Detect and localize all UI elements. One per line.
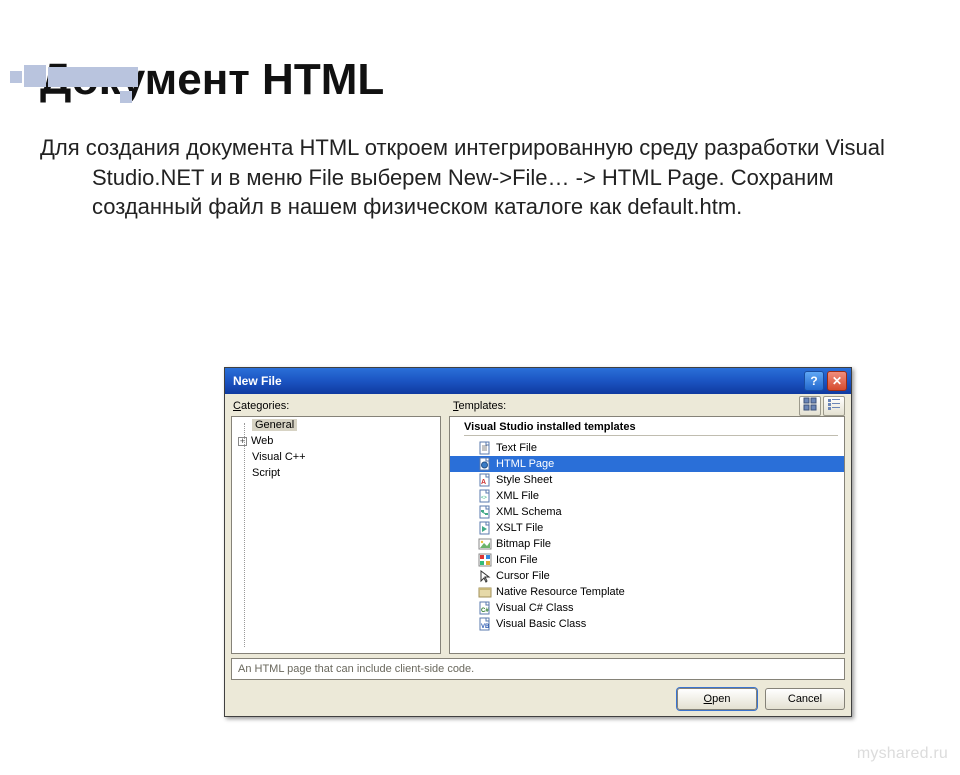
tree-item-label: Visual C++ — [252, 451, 306, 463]
xsd-icon — [478, 505, 492, 519]
view-large-icons-button[interactable] — [799, 396, 821, 416]
template-item-label: Visual C# Class — [496, 602, 573, 614]
vb-icon: VB — [478, 617, 492, 631]
template-item-label: Style Sheet — [496, 474, 552, 486]
template-item[interactable]: XSLT File — [450, 520, 844, 536]
svg-text:C#: C# — [481, 608, 489, 614]
html-icon — [478, 457, 492, 471]
categories-label: Categories: — [233, 400, 289, 412]
expander-icon[interactable]: + — [238, 437, 247, 446]
tree-item-label: Web — [251, 435, 273, 447]
css-icon: A — [478, 473, 492, 487]
template-item-label: XML File — [496, 490, 539, 502]
template-item[interactable]: C# Visual C# Class — [450, 600, 844, 616]
template-item-label: Cursor File — [496, 570, 550, 582]
svg-text:VB: VB — [481, 624, 490, 630]
template-item[interactable]: Icon File — [450, 552, 844, 568]
close-button[interactable]: ✕ — [827, 371, 847, 391]
tree-item-label: Script — [252, 467, 280, 479]
xml-icon: <> — [478, 489, 492, 503]
svg-text:A: A — [481, 479, 486, 486]
template-item-label: XML Schema — [496, 506, 562, 518]
templates-label: Templates: — [453, 400, 506, 412]
titlebar[interactable]: New File ? ✕ — [225, 368, 851, 394]
template-item-label: XSLT File — [496, 522, 543, 534]
large-icons-icon — [803, 397, 817, 416]
cs-icon: C# — [478, 601, 492, 615]
categories-tree[interactable]: General + Web Visual C++ Script — [231, 416, 441, 654]
template-item-label: Bitmap File — [496, 538, 551, 550]
svg-text:<>: <> — [481, 495, 487, 501]
template-item[interactable]: Native Resource Template — [450, 584, 844, 600]
window-title: New File — [233, 374, 801, 388]
tree-item[interactable]: + Web — [232, 433, 440, 449]
icon-icon — [478, 553, 492, 567]
template-item-label: Native Resource Template — [496, 586, 625, 598]
xslt-icon — [478, 521, 492, 535]
template-item[interactable]: A Style Sheet — [450, 472, 844, 488]
template-item-label: Icon File — [496, 554, 538, 566]
description-bar: An HTML page that can include client-sid… — [231, 658, 845, 680]
templates-list[interactable]: Visual Studio installed templates Text F… — [449, 416, 845, 654]
template-item-label: Text File — [496, 442, 537, 454]
small-icons-icon — [827, 397, 841, 416]
open-button[interactable]: Open — [677, 688, 757, 710]
new-file-dialog: New File ? ✕ Categories: Templates: Gene… — [224, 367, 852, 717]
res-icon — [478, 585, 492, 599]
template-item[interactable]: Bitmap File — [450, 536, 844, 552]
template-item[interactable]: Cursor File — [450, 568, 844, 584]
group-header: Visual Studio installed templates — [450, 417, 844, 435]
watermark: myshared.ru — [857, 745, 948, 763]
slide-decoration — [10, 61, 140, 101]
tree-item[interactable]: Visual C++ — [232, 449, 440, 465]
text-icon — [478, 441, 492, 455]
bmp-icon — [478, 537, 492, 551]
template-item[interactable]: HTML Page — [450, 456, 844, 472]
cancel-button[interactable]: Cancel — [765, 688, 845, 710]
template-item[interactable]: VB Visual Basic Class — [450, 616, 844, 632]
view-small-icons-button[interactable] — [823, 396, 845, 416]
template-item-label: HTML Page — [496, 458, 554, 470]
page-title: Документ HTML — [40, 55, 960, 105]
tree-item-label: General — [252, 419, 297, 431]
tree-item[interactable]: General — [232, 417, 440, 433]
template-item[interactable]: Text File — [450, 440, 844, 456]
help-button[interactable]: ? — [804, 371, 824, 391]
template-item[interactable]: XML Schema — [450, 504, 844, 520]
template-item-label: Visual Basic Class — [496, 618, 586, 630]
template-item[interactable]: <> XML File — [450, 488, 844, 504]
cursor-icon — [478, 569, 492, 583]
tree-item[interactable]: Script — [232, 465, 440, 481]
page-body: Для создания документа HTML откроем инте… — [40, 133, 914, 222]
